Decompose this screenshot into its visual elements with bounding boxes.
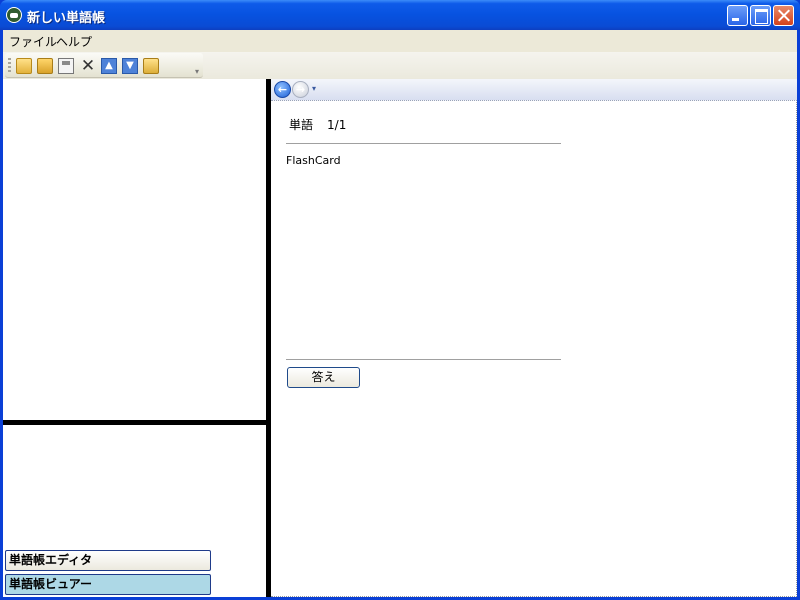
back-icon[interactable]: ← (274, 81, 291, 98)
card-word: FlashCard (286, 154, 341, 167)
maximize-button[interactable] (750, 5, 771, 26)
toolbar-grip[interactable] (8, 58, 11, 74)
new-icon[interactable] (16, 58, 32, 74)
menu-bar: ファイル ヘルプ (3, 30, 797, 52)
delete-icon[interactable]: ✕ (80, 58, 96, 75)
save-icon[interactable] (58, 58, 74, 74)
card-counter: 1/1 (327, 118, 347, 132)
menu-file[interactable]: ファイル (9, 33, 57, 50)
close-button[interactable] (773, 5, 794, 26)
window-title: 新しい単語帳 (27, 11, 106, 26)
forward-icon[interactable]: → (292, 81, 309, 98)
viewer-nav-button[interactable]: 単語帳ビュアー (5, 574, 211, 595)
move-down-icon[interactable]: ▼ (122, 58, 138, 74)
divider-bottom (286, 359, 561, 360)
divider-top (286, 143, 561, 144)
toolbar-overflow-icon[interactable]: ▾ (195, 67, 202, 76)
editor-nav-button[interactable]: 単語帳エディタ (5, 550, 211, 571)
card-list-panel[interactable] (3, 79, 266, 420)
card-viewer-panel: ← → ▾ 単語 1/1 FlashCard 答え (271, 79, 797, 597)
move-up-icon[interactable]: ▲ (101, 58, 117, 74)
answer-button[interactable]: 答え (287, 367, 360, 388)
copy-icon[interactable] (143, 58, 159, 74)
browser-nav-bar: ← → ▾ (271, 79, 797, 101)
menu-help[interactable]: ヘルプ (56, 33, 92, 50)
client-area: ファイル ヘルプ ✕ ▲ ▼ ▾ 単語帳エディタ 単語帳ビュアー ← → ▾ 単… (3, 30, 797, 597)
history-dropdown-icon[interactable]: ▾ (312, 84, 316, 93)
toolbar-strip: ✕ ▲ ▼ ▾ (3, 52, 797, 79)
card-header-label: 単語 (289, 118, 314, 132)
navigation-panel (3, 425, 266, 597)
app-face-icon (6, 7, 22, 23)
card-header: 単語 1/1 (289, 116, 346, 133)
title-bar[interactable]: 新しい単語帳 (0, 0, 800, 30)
open-icon[interactable] (37, 58, 53, 74)
toolbar: ✕ ▲ ▼ ▾ (5, 53, 203, 78)
app-window: 新しい単語帳 ファイル ヘルプ ✕ ▲ ▼ ▾ 単語帳エディタ 単語帳ビュアー … (0, 0, 800, 600)
minimize-button[interactable] (727, 5, 748, 26)
